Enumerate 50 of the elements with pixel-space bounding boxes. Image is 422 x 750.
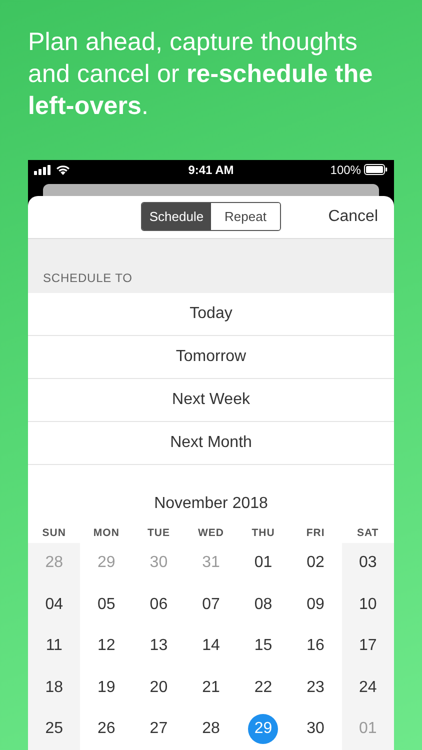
headline: Plan ahead, capture thoughts and cancel or re-schedule the left-overs. [27, 27, 374, 122]
weekday-label: SAT [356, 526, 380, 540]
wifi-icon [56, 164, 70, 175]
date-number[interactable]: 03 [352, 548, 383, 578]
date-number[interactable]: 21 [196, 672, 226, 703]
option-row[interactable]: Next Month [28, 422, 394, 464]
date-number[interactable]: 10 [352, 590, 383, 620]
date-number[interactable]: 26 [91, 714, 122, 744]
month-title: November 2018 [153, 494, 269, 514]
date-number[interactable]: 25 [39, 714, 70, 744]
date-number[interactable]: 14 [196, 631, 226, 662]
cancel-button[interactable]: Cancel [328, 208, 378, 226]
weekday-label: FRI [305, 526, 326, 540]
battery-percentage: 100% [330, 162, 361, 177]
date-number[interactable]: 16 [300, 631, 331, 662]
date-number[interactable]: 18 [39, 672, 70, 703]
date-number[interactable]: 23 [300, 672, 331, 703]
date-number[interactable]: 07 [196, 590, 226, 620]
date-number[interactable]: 19 [91, 672, 122, 703]
date-number[interactable]: 17 [352, 631, 383, 662]
date-number[interactable]: 30 [300, 714, 331, 744]
date-number[interactable]: 06 [144, 590, 174, 620]
weekday-label: MON [92, 526, 120, 540]
signal-icon [34, 164, 51, 175]
option-row[interactable]: Tomorrow [28, 336, 394, 378]
date-number[interactable]: 20 [144, 672, 174, 703]
date-number[interactable]: 01 [248, 548, 278, 578]
weekday-label: TUE [146, 526, 171, 540]
segment-tab[interactable]: Schedule [142, 203, 211, 230]
weekday-label: WED [196, 526, 225, 540]
date-number[interactable]: 11 [39, 631, 70, 662]
date-number[interactable]: 08 [248, 590, 278, 620]
date-number[interactable]: 24 [352, 672, 383, 703]
date-number[interactable]: 02 [300, 548, 331, 578]
date-number[interactable]: 04 [39, 590, 70, 620]
date-number[interactable]: 15 [248, 631, 278, 662]
weekday-label: THU [250, 526, 276, 540]
section-header: SCHEDULE TO [42, 270, 132, 286]
date-number[interactable]: 12 [91, 631, 122, 662]
date-number[interactable]: 13 [144, 631, 174, 662]
date-number[interactable]: 28 [196, 714, 226, 744]
option-row[interactable]: Next Week [28, 378, 394, 422]
battery-icon [364, 164, 388, 176]
date-number[interactable]: 05 [91, 590, 122, 620]
weekday-label: SUN [41, 526, 67, 540]
date-number[interactable]: 09 [300, 590, 331, 620]
date-number[interactable]: 22 [248, 672, 278, 703]
date-number[interactable]: 27 [144, 714, 174, 744]
clock-time: 9:41 AM [188, 162, 234, 177]
option-row[interactable]: Today [28, 292, 394, 336]
